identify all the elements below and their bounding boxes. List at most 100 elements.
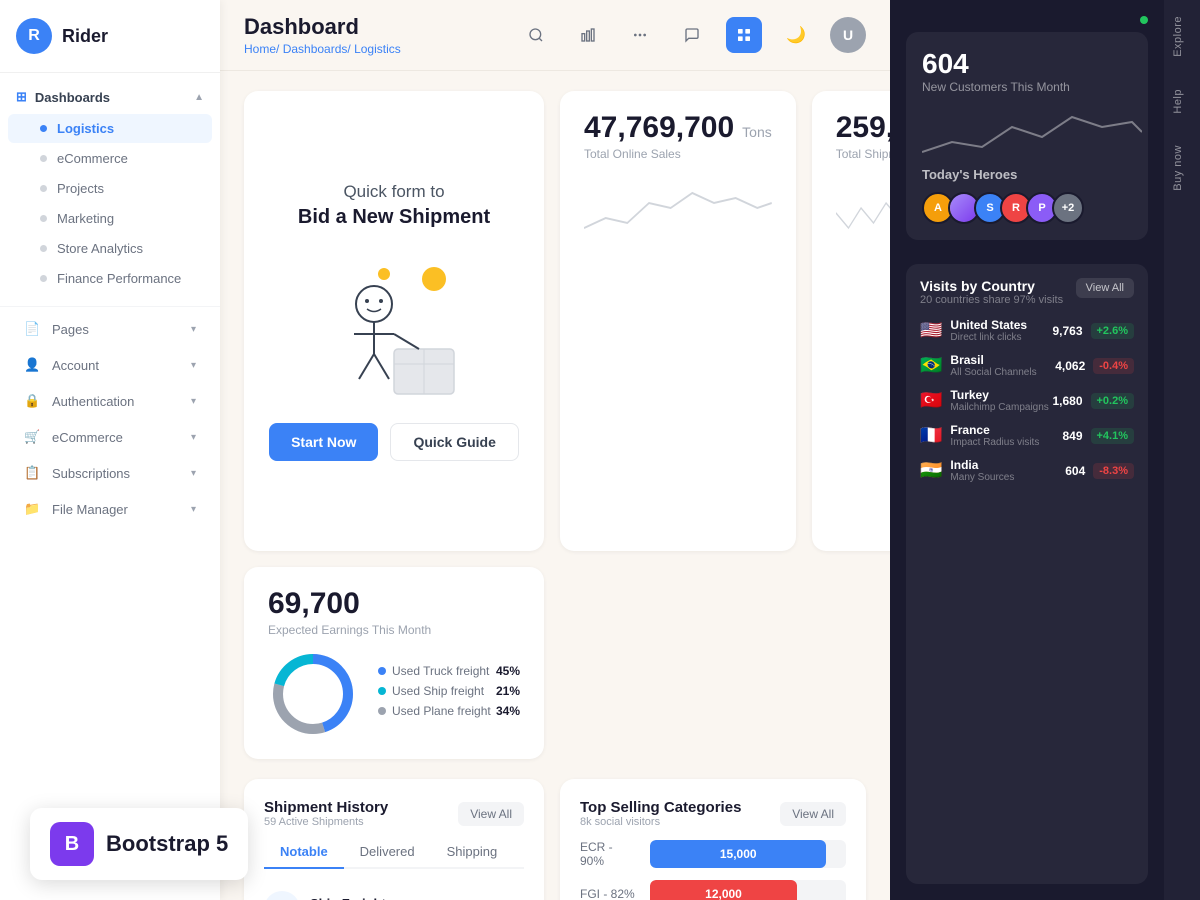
total-sales-label: Total Online Sales — [584, 147, 772, 161]
user-avatar[interactable]: U — [830, 17, 866, 53]
search-button[interactable] — [518, 17, 554, 53]
chevron-down-icon: ▾ — [191, 504, 196, 515]
bar-label-fgi: FGI - 82% — [580, 887, 640, 900]
visits-by-country: Visits by Country 20 countries share 97%… — [906, 264, 1148, 884]
sidebar-item-ecommerce2[interactable]: 🛒 eCommerce ▾ — [8, 420, 212, 454]
explore-tab[interactable]: Explore — [1164, 0, 1200, 73]
dot-icon — [40, 125, 47, 132]
sidebar-item-label: eCommerce — [57, 151, 128, 166]
buy-tab[interactable]: Buy now — [1164, 129, 1200, 207]
dot-icon — [40, 215, 47, 222]
sidebar-item-store-analytics[interactable]: Store Analytics — [8, 234, 212, 263]
sidebar-item-account[interactable]: 👤 Account ▾ — [8, 348, 212, 382]
total-shipments-card: 259,786 Total Shipments — [812, 91, 890, 551]
shipment-history-card: Shipment History 59 Active Shipments Vie… — [244, 779, 544, 900]
tab-shipping[interactable]: Shipping — [431, 836, 514, 869]
bar-label-ecr: ECR - 90% — [580, 840, 640, 868]
customers-chart — [922, 102, 1142, 162]
plane-label: Used Plane freight — [392, 704, 491, 718]
sidebar-item-marketing[interactable]: Marketing — [8, 204, 212, 233]
dashboards-icon: ⊞ — [16, 89, 27, 105]
chevron-down-icon: ▾ — [191, 432, 196, 443]
chevron-down-icon: ▾ — [191, 360, 196, 371]
sidebar-item-projects[interactable]: Projects — [8, 174, 212, 203]
us-name: United States — [950, 318, 1052, 332]
subscriptions-label: Subscriptions — [52, 466, 130, 481]
theme-toggle[interactable]: 🌙 — [778, 17, 814, 53]
top-selling-card: Top Selling Categories 8k social visitor… — [560, 779, 866, 900]
subscriptions-icon: 📋 — [24, 465, 42, 481]
header-left: Dashboard Home/ Dashboards/ Logistics — [244, 14, 401, 56]
shipment-info: Ship Freight #2808 — [310, 896, 448, 900]
grid-button[interactable] — [622, 17, 658, 53]
sidebar-item-label: Marketing — [57, 211, 114, 226]
watermark: B Bootstrap 5 — [30, 808, 248, 880]
sidebar-item-filemanager[interactable]: 📁 File Manager ▾ — [8, 492, 212, 526]
country-view-all[interactable]: View All — [1076, 278, 1134, 298]
donut-container: Used Truck freight 45% Used Ship freight… — [268, 649, 520, 739]
sidebar-item-label: Finance Performance — [57, 271, 181, 286]
in-flag: 🇮🇳 — [920, 460, 942, 481]
sidebar-item-label: Logistics — [57, 121, 114, 136]
start-now-button[interactable]: Start Now — [269, 423, 378, 461]
sidebar-item-ecommerce[interactable]: eCommerce — [8, 144, 212, 173]
tr-flag: 🇹🇷 — [920, 390, 942, 411]
total-shipments-value: 259,786 — [836, 111, 890, 145]
filemanager-label: File Manager — [52, 502, 128, 517]
sidebar-logo[interactable]: R Rider — [0, 0, 220, 73]
chat-button[interactable] — [674, 17, 710, 53]
shipment-view-all[interactable]: View All — [458, 802, 524, 826]
dashboards-group[interactable]: ⊞ Dashboards ▲ — [0, 81, 220, 113]
main-content: Dashboard Home/ Dashboards/ Logistics — [220, 0, 890, 900]
country-header: Visits by Country 20 countries share 97%… — [920, 278, 1134, 306]
shipment-name: Ship Freight — [310, 896, 448, 900]
sidebar-item-label: Projects — [57, 181, 104, 196]
logo-text: Rider — [62, 26, 108, 47]
us-value: 9,763 — [1052, 324, 1082, 338]
plane-legend: Used Plane freight 34% — [378, 704, 520, 718]
sidebar-item-finance[interactable]: Finance Performance — [8, 264, 212, 293]
avatar: +2 — [1052, 192, 1084, 224]
quick-form-title: Quick form to — [343, 182, 444, 202]
us-source: Direct link clicks — [950, 332, 1052, 343]
quick-guide-button[interactable]: Quick Guide — [390, 423, 518, 461]
truck-legend: Used Truck freight 45% — [378, 664, 520, 678]
tab-delivered[interactable]: Delivered — [344, 836, 431, 869]
fr-flag: 🇫🇷 — [920, 425, 942, 446]
sidebar-item-pages[interactable]: 📄 Pages ▾ — [8, 312, 212, 346]
sidebar-item-authentication[interactable]: 🔒 Authentication ▾ — [8, 384, 212, 418]
ship-label: Used Ship freight — [392, 684, 484, 698]
selling-subtitle: 8k social visitors — [580, 816, 741, 828]
tab-notable[interactable]: Notable — [264, 836, 344, 869]
dashboards-chevron-icon: ▲ — [194, 92, 204, 103]
ship-legend: Used Ship freight 21% — [378, 684, 520, 698]
breadcrumb-dashboards: Dashboards/ — [283, 42, 351, 56]
country-title: Visits by Country — [920, 278, 1063, 294]
country-row-us: 🇺🇸 United States Direct link clicks 9,76… — [920, 318, 1134, 343]
sidebar-item-logistics[interactable]: Logistics — [8, 114, 212, 143]
plane-dot — [378, 707, 386, 715]
quick-form-illustration — [304, 249, 484, 399]
chart-button[interactable] — [570, 17, 606, 53]
shipment-subtitle: 59 Active Shipments — [264, 816, 388, 828]
country-row-tr: 🇹🇷 Turkey Mailchimp Campaigns 1,680 +0.2… — [920, 388, 1134, 413]
fr-value: 849 — [1062, 429, 1082, 443]
customers-label: New Customers This Month — [922, 80, 1132, 94]
total-sales-card: 47,769,700 Tons Total Online Sales — [560, 91, 796, 551]
in-name: India — [950, 458, 1065, 472]
apps-button[interactable] — [726, 17, 762, 53]
shipments-chart — [836, 173, 890, 243]
selling-view-all[interactable]: View All — [780, 802, 846, 826]
dashboards-label: Dashboards — [35, 90, 110, 105]
chevron-down-icon: ▾ — [191, 468, 196, 479]
us-info: United States Direct link clicks — [950, 318, 1052, 343]
quick-form-card: Quick form to Bid a New Shipment — [244, 91, 544, 551]
sidebar: R Rider ⊞ Dashboards ▲ Logistics eCommer… — [0, 0, 220, 900]
help-tab[interactable]: Help — [1164, 73, 1200, 130]
account-icon: 👤 — [24, 357, 42, 373]
in-change: -8.3% — [1093, 463, 1134, 479]
heroes-avatars: A S R P +2 — [922, 192, 1132, 224]
dark-panel-content: 604 New Customers This Month Today's Her… — [890, 0, 1200, 900]
pages-icon: 📄 — [24, 321, 42, 337]
sidebar-item-subscriptions[interactable]: 📋 Subscriptions ▾ — [8, 456, 212, 490]
